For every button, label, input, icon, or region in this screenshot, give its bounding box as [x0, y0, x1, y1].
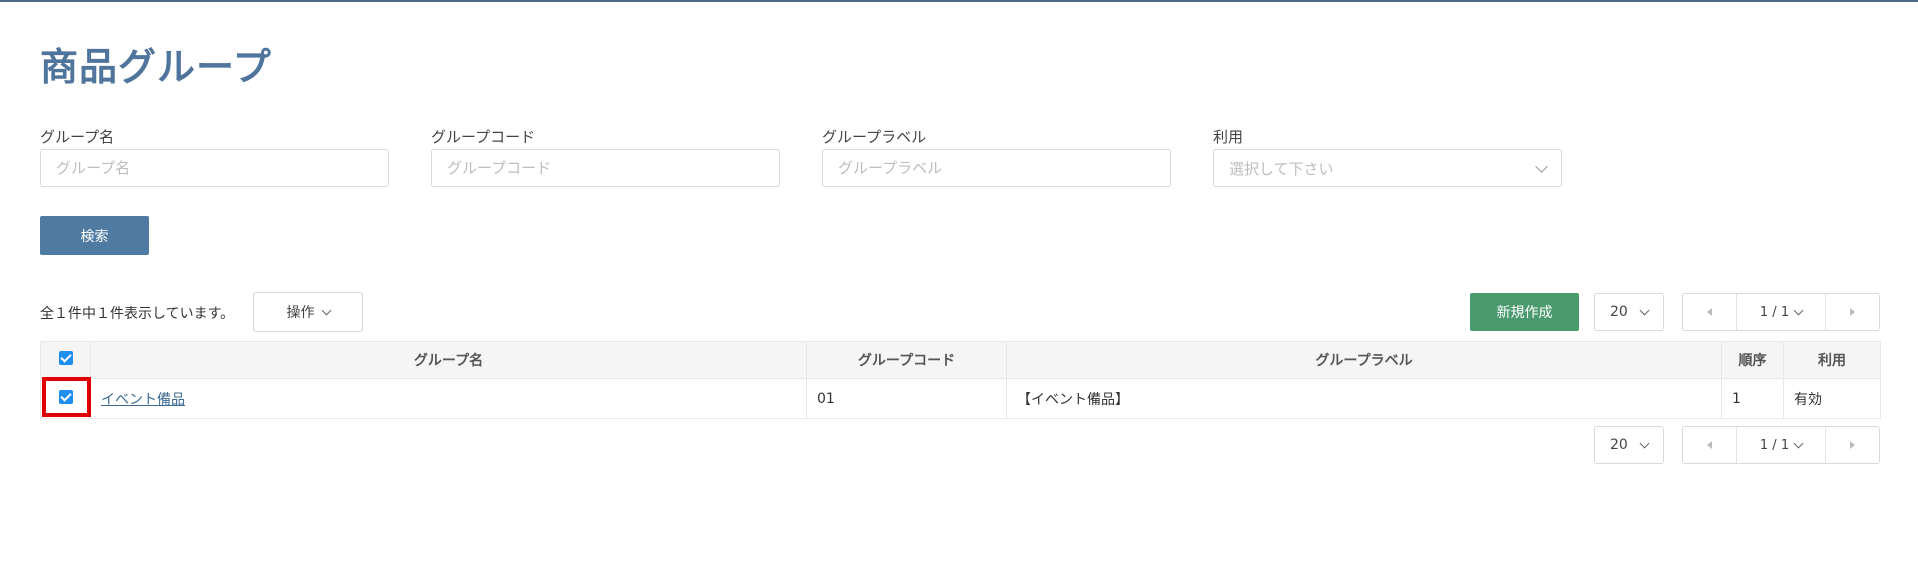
group-name-link[interactable]: イベント備品	[101, 392, 185, 408]
page-size-select-bottom[interactable]: 20	[1594, 426, 1664, 464]
page-size-select-top[interactable]: 20	[1594, 293, 1664, 331]
group-label-label: グループラベル	[822, 128, 927, 146]
group-label-input[interactable]	[822, 149, 1171, 187]
header-order[interactable]: 順序	[1721, 341, 1784, 379]
pager-top: 1 / 1	[1682, 293, 1880, 331]
caret-left-icon	[1707, 308, 1712, 316]
chevron-down-icon	[1793, 305, 1804, 315]
select-all-cell	[40, 341, 91, 379]
page-indicator: 1 / 1	[1759, 437, 1790, 453]
result-count-text: 全１件中１件表示しています。	[40, 306, 235, 322]
cell-group-code: 01	[806, 378, 1007, 419]
header-group-code[interactable]: グループコード	[806, 341, 1007, 379]
chevron-down-icon	[1639, 438, 1650, 448]
usage-select-placeholder: 選択して下さい	[1229, 159, 1334, 178]
caret-right-icon	[1850, 308, 1855, 316]
page-indicator: 1 / 1	[1759, 304, 1790, 320]
cell-usage: 有効	[1783, 378, 1881, 419]
search-button[interactable]: 検索	[40, 216, 149, 255]
table-header-row: グループ名 グループコード グループラベル 順序 利用	[40, 341, 1881, 379]
page-select[interactable]: 1 / 1	[1736, 427, 1826, 463]
group-code-input[interactable]	[431, 149, 780, 187]
header-group-label[interactable]: グループラベル	[1006, 341, 1722, 379]
usage-label: 利用	[1213, 128, 1244, 146]
checkbox-highlight-box	[42, 377, 91, 417]
caret-left-icon	[1707, 441, 1712, 449]
group-name-input[interactable]	[40, 149, 389, 187]
header-usage[interactable]: 利用	[1783, 341, 1881, 379]
cell-group-label: 【イベント備品】	[1006, 378, 1722, 419]
cell-group-name: イベント備品	[90, 378, 807, 419]
group-table: グループ名 グループコード グループラベル 順序 利用 イベント備品 01 【イ…	[40, 341, 1881, 419]
caret-right-icon	[1850, 441, 1855, 449]
next-page-button[interactable]	[1826, 427, 1879, 463]
prev-page-button[interactable]	[1683, 427, 1736, 463]
select-all-checkbox[interactable]	[58, 351, 73, 365]
group-code-label: グループコード	[431, 128, 536, 146]
chevron-down-icon	[1639, 305, 1650, 315]
operations-dropdown[interactable]: 操作	[253, 292, 363, 332]
new-create-button[interactable]: 新規作成	[1470, 293, 1579, 331]
chevron-down-icon	[1535, 159, 1548, 173]
top-border	[0, 0, 1918, 2]
operations-label: 操作	[286, 305, 315, 321]
prev-page-button[interactable]	[1683, 294, 1736, 330]
table-row: イベント備品 01 【イベント備品】 1 有効	[40, 378, 1881, 419]
group-name-label: グループ名	[40, 128, 115, 146]
page-size-value: 20	[1610, 437, 1628, 453]
page-title: 商品グループ	[40, 45, 272, 89]
chevron-down-icon	[321, 305, 331, 315]
pager-bottom: 1 / 1	[1682, 426, 1880, 464]
chevron-down-icon	[1793, 438, 1804, 448]
page-size-value: 20	[1610, 304, 1628, 320]
header-group-name[interactable]: グループ名	[90, 341, 807, 379]
cell-order: 1	[1721, 378, 1784, 419]
next-page-button[interactable]	[1826, 294, 1879, 330]
page-select[interactable]: 1 / 1	[1736, 294, 1826, 330]
usage-select[interactable]: 選択して下さい	[1213, 149, 1562, 187]
